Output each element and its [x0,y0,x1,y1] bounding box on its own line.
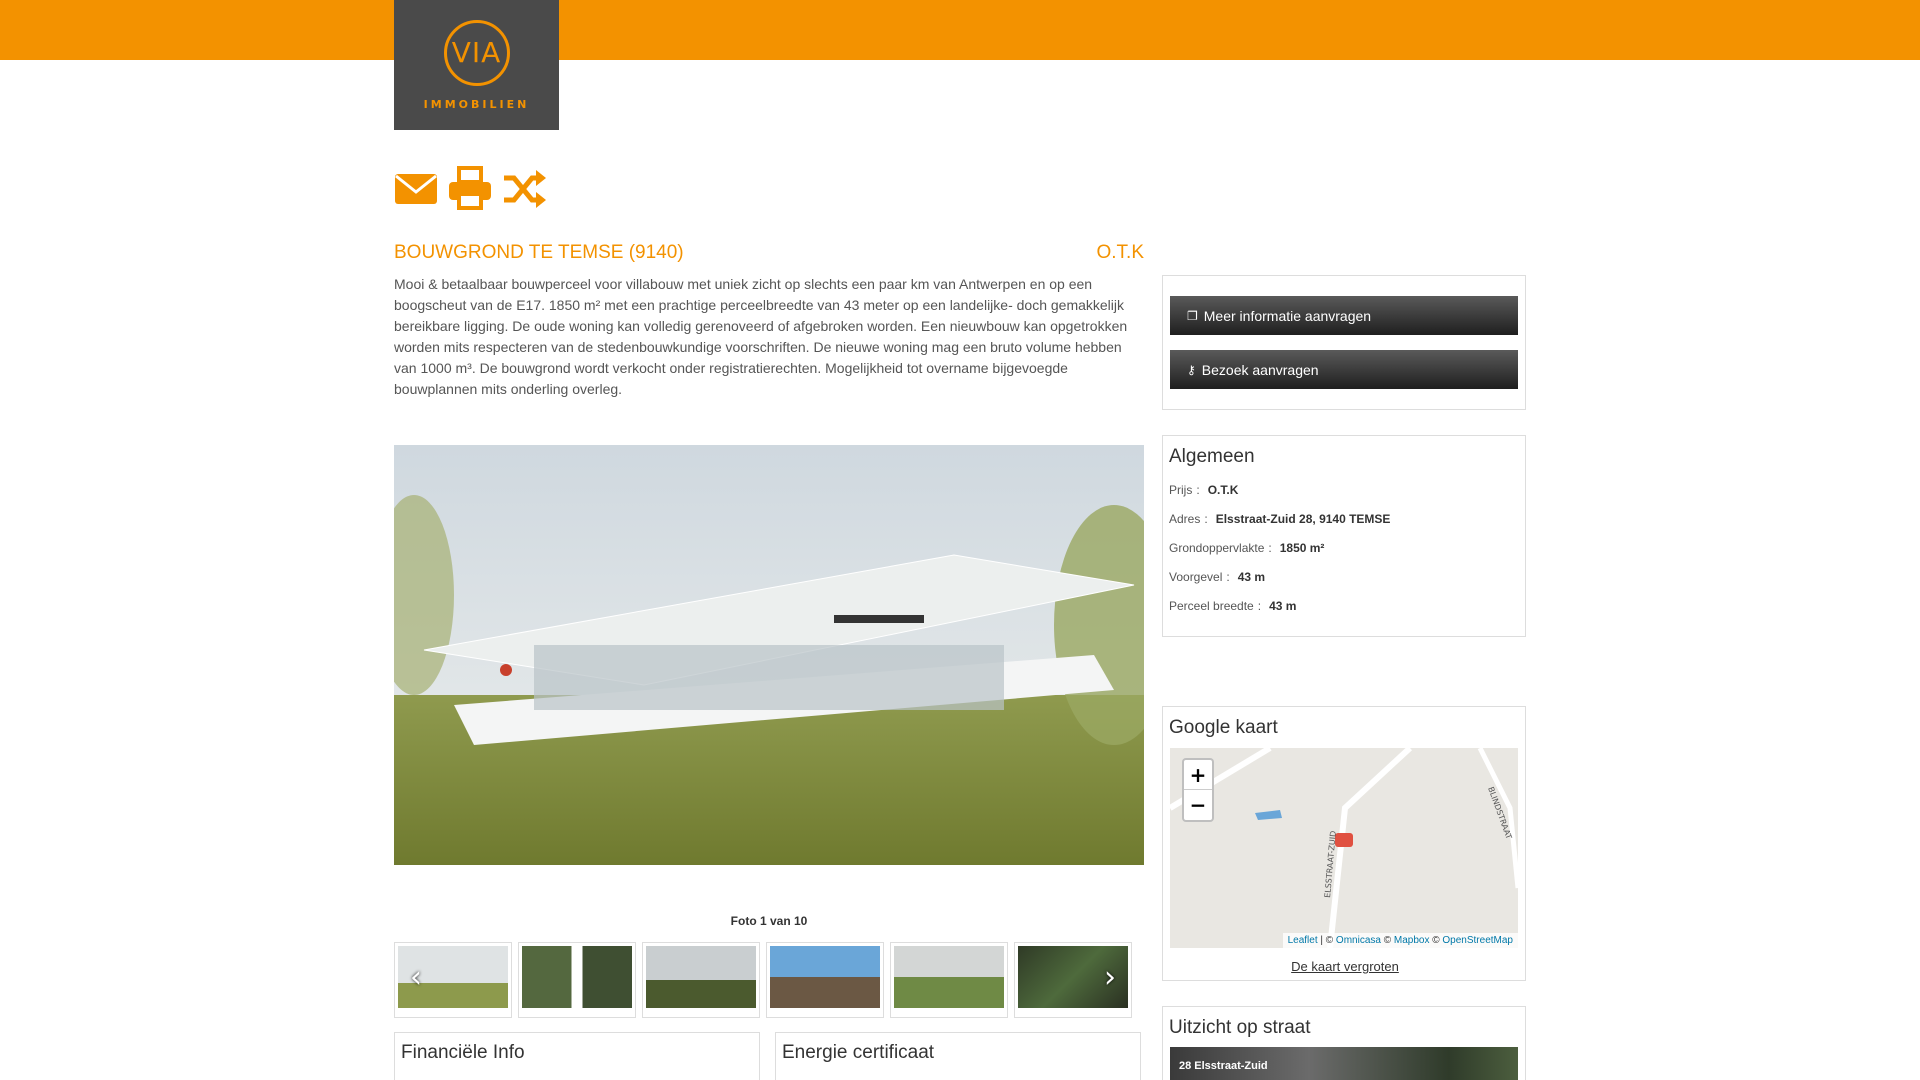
financial-info-box: Financiële Info [394,1032,760,1080]
request-info-button[interactable]: ❐ Meer informatie aanvragen [1170,296,1518,335]
map-view[interactable]: ELSSTRAAT-ZUID BLINDSTRAAT + − Leaflet |… [1170,748,1518,948]
main-photo[interactable] [394,445,1144,865]
info-value: 1850 m² [1279,541,1325,555]
map-box: Google kaart ELSSTRAAT-ZUID BLINDSTRAAT … [1162,706,1526,981]
energy-certificate-box: Energie certificaat [775,1032,1141,1080]
info-label: Voorgevel [1169,570,1223,584]
enlarge-map-link[interactable]: De kaart vergroten [1163,959,1527,974]
listing-price: O.T.K [1096,242,1144,263]
request-visit-button[interactable]: ⚷ Bezoek aanvragen [1170,350,1518,389]
thumbnail-3[interactable] [642,942,760,1018]
mapbox-link[interactable]: Mapbox [1394,935,1430,946]
map-title: Google kaart [1169,717,1278,738]
info-value: 43 m [1269,599,1297,613]
info-value: 43 m [1237,570,1266,584]
key-icon: ⚷ [1187,362,1196,377]
shuffle-icon[interactable] [502,166,546,210]
info-label: Prijs [1169,483,1193,497]
thumbnail-2[interactable] [518,942,636,1018]
info-separator: : [1257,599,1262,613]
info-value: Elsstraat-Zuid 28, 9140 TEMSE [1215,512,1391,526]
general-info-box: Algemeen Prijs: O.T.K Adres: Elsstraat-Zui… [1162,435,1526,637]
info-row-price: Prijs: O.T.K [1169,483,1519,497]
info-separator: : [1226,570,1230,584]
thumbnail-strip [394,942,1134,1018]
listing-title: BOUWGROND TE TEMSE (9140) [394,242,684,263]
thumbnail-4[interactable] [766,942,884,1018]
gallery-prev-icon[interactable]: ‹ [403,960,429,995]
info-value: O.T.K [1207,483,1239,497]
logo[interactable]: VIA IMMOBILIEN [394,0,559,130]
map-zoom-control: + − [1182,758,1214,822]
street-view-label: 28 Elsstraat-Zuid [1179,1060,1268,1072]
energy-certificate-title: Energie certificaat [782,1042,935,1063]
logo-mark: VIA [443,19,510,86]
photo-counter: Foto 1 van 10 [730,914,808,928]
top-bar [0,0,1920,60]
info-row-area: Grondoppervlakte:1850 m² [1169,541,1519,555]
info-separator: : [1196,483,1200,497]
info-label: Grondoppervlakte [1169,541,1265,555]
attribution-sep: © [1429,935,1443,946]
financial-info-title: Financiële Info [401,1042,525,1063]
copy-icon: ❐ [1187,308,1198,323]
zoom-in-button[interactable]: + [1184,760,1212,790]
info-row-address: Adres: Elsstraat-Zuid 28, 9140 TEMSE [1169,512,1519,526]
omnicasa-link[interactable]: Omnicasa [1336,935,1381,946]
request-info-label: Meer informatie aanvragen [1203,307,1372,324]
listing-description: Mooi & betaalbaar bouwperceel voor villa… [394,276,1128,397]
leaflet-link[interactable]: Leaflet [1288,935,1318,946]
map-attribution: Leaflet | © Omnicasa © Mapbox © OpenStre… [1282,933,1518,948]
street-view-title: Uitzicht op straat [1169,1017,1311,1038]
zoom-out-button[interactable]: − [1184,790,1212,820]
attribution-sep: | © [1317,935,1336,946]
print-icon[interactable] [448,166,492,210]
info-label: Adres [1169,512,1201,526]
street-view-box: Uitzicht op straat 28 Elsstraat-Zuid [1162,1006,1526,1080]
gallery-next-icon[interactable]: › [1097,960,1123,995]
info-separator: : [1204,512,1208,526]
listing-header: BOUWGROND TE TEMSE (9140) O.T.K [394,242,1144,264]
thumbnail-5[interactable] [890,942,1008,1018]
info-separator: : [1268,541,1272,555]
request-visit-label: Bezoek aanvragen [1201,361,1319,378]
street-view-image[interactable]: 28 Elsstraat-Zuid [1170,1047,1518,1080]
info-label: Perceel breedte [1169,599,1254,613]
envelope-icon[interactable] [394,166,438,210]
logo-text: IMMOBILIEN [423,97,530,111]
info-row-facade: Voorgevel:43 m [1169,570,1519,584]
attribution-sep: © [1380,935,1394,946]
info-row-width: Perceel breedte:43 m [1169,599,1519,613]
toolbar [394,166,546,210]
general-info-title: Algemeen [1169,446,1255,467]
actions-box: ❐ Meer informatie aanvragen ⚷ Bezoek aan… [1162,275,1526,410]
osm-link[interactable]: OpenStreetMap [1442,935,1513,946]
